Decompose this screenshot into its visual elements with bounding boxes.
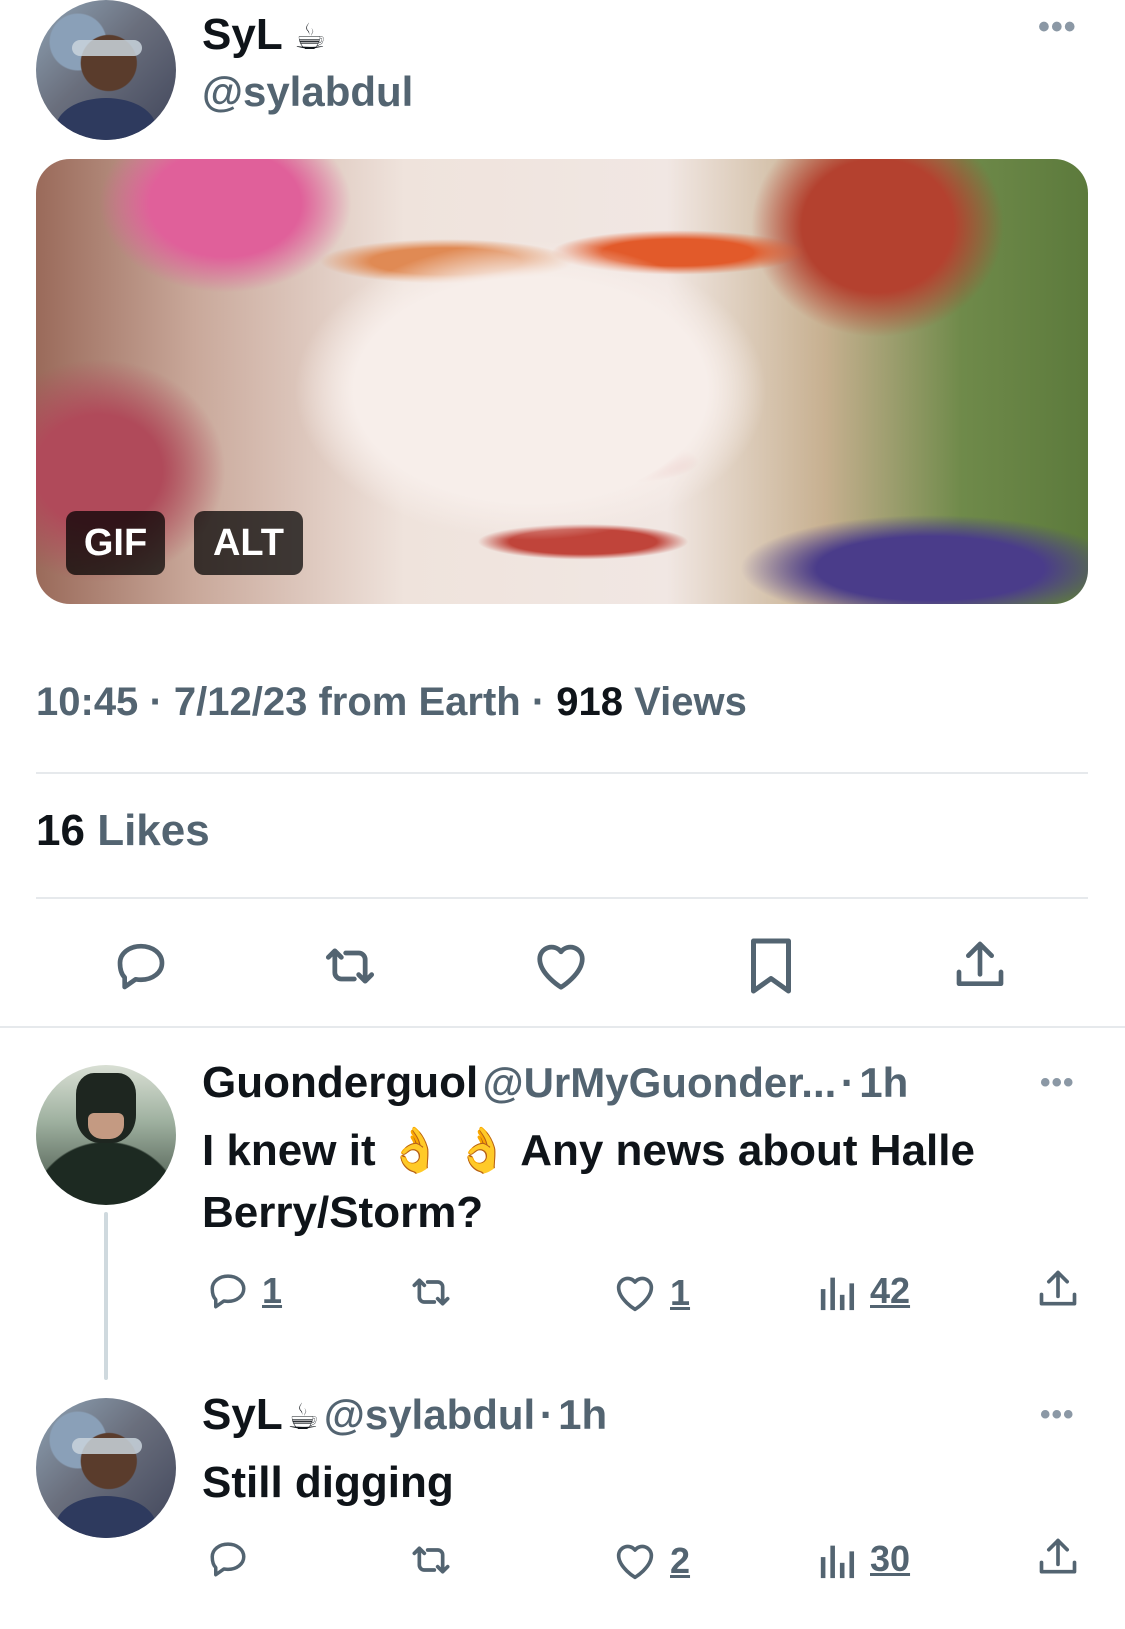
reply-icon bbox=[117, 943, 165, 990]
avatar-sunglasses bbox=[72, 40, 142, 56]
divider-bottom bbox=[0, 1026, 1125, 1028]
reply-more-options-icon[interactable]: ••• bbox=[1040, 1398, 1075, 1432]
likes-count: 16 bbox=[36, 806, 85, 855]
views-icon bbox=[820, 1277, 855, 1311]
author-name-row[interactable]: SyL ☕ bbox=[202, 10, 326, 60]
meta-separator: · bbox=[531, 680, 557, 724]
reply-separator: · bbox=[539, 1391, 554, 1438]
likes-label: Likes bbox=[97, 806, 210, 855]
reply-retweet-button[interactable] bbox=[405, 1272, 457, 1312]
reply-header: SyL ☕ @sylabdul · 1h bbox=[202, 1390, 607, 1440]
tweet-source: from Earth bbox=[318, 680, 521, 724]
reply-avatar-syl[interactable] bbox=[36, 1398, 176, 1538]
like-icon bbox=[616, 1544, 654, 1580]
avatar-shirt bbox=[56, 98, 156, 140]
reply-author-handle[interactable]: @sylabdul bbox=[324, 1391, 535, 1438]
reply-like-button[interactable]: 2 bbox=[612, 1540, 690, 1582]
like-icon bbox=[537, 944, 585, 990]
retweet-icon bbox=[325, 948, 375, 984]
tweet-meta: 10:45 · 7/12/23 from Earth · 918 Views bbox=[36, 680, 747, 725]
like-count: 2 bbox=[670, 1540, 691, 1581]
reply-separator: · bbox=[840, 1059, 855, 1106]
reply-comment-button[interactable] bbox=[206, 1538, 250, 1580]
reply-time[interactable]: 1h bbox=[859, 1059, 908, 1106]
like-count: 1 bbox=[670, 1272, 691, 1313]
views-count: 42 bbox=[870, 1270, 911, 1311]
reply-icon bbox=[210, 1542, 246, 1577]
reply-text-line: Berry/Storm? bbox=[202, 1188, 484, 1237]
reply-button[interactable] bbox=[112, 938, 170, 994]
divider-mid bbox=[36, 897, 1088, 899]
share-icon bbox=[1039, 1538, 1077, 1574]
bookmark-button[interactable] bbox=[748, 936, 794, 996]
retweet-icon bbox=[412, 1278, 450, 1306]
reply-retweet-button[interactable] bbox=[405, 1540, 457, 1580]
meta-separator: · bbox=[149, 680, 174, 724]
reply-share-button[interactable] bbox=[1036, 1534, 1080, 1580]
reply-text-line: I knew it 👌 👌 Any news about Halle bbox=[202, 1126, 975, 1175]
gif-badge: GIF bbox=[66, 511, 165, 575]
tweet-time[interactable]: 10:45 bbox=[36, 680, 138, 724]
author-avatar[interactable] bbox=[36, 0, 176, 140]
reply-author-name[interactable]: SyL bbox=[202, 1390, 283, 1439]
avatar-sunglasses bbox=[72, 1438, 142, 1454]
reply-time[interactable]: 1h bbox=[558, 1391, 607, 1438]
reply-more-options-icon[interactable]: ••• bbox=[1040, 1066, 1075, 1100]
reply-text: Still digging bbox=[202, 1452, 454, 1514]
thread-connector bbox=[104, 1212, 108, 1380]
reply-icon bbox=[210, 1274, 246, 1309]
more-options-icon[interactable]: ••• bbox=[1038, 8, 1077, 47]
reply-views-button[interactable]: 42 bbox=[818, 1270, 910, 1312]
views-count: 918 bbox=[556, 680, 624, 724]
reply-views-button[interactable]: 30 bbox=[818, 1538, 910, 1580]
likes-summary[interactable]: 16 Likes bbox=[36, 806, 210, 856]
author-name[interactable]: SyL bbox=[202, 10, 282, 59]
reply-avatar-guonderguol[interactable] bbox=[36, 1065, 176, 1205]
reply-like-button[interactable]: 1 bbox=[612, 1272, 690, 1314]
avatar-shirt bbox=[56, 1496, 156, 1538]
alt-badge[interactable]: ALT bbox=[194, 511, 303, 575]
reply-comment-button[interactable]: 1 bbox=[206, 1270, 282, 1312]
coffee-emoji: ☕ bbox=[287, 1396, 320, 1437]
bookmark-icon bbox=[751, 938, 791, 994]
reply-author-name[interactable]: Guonderguol bbox=[202, 1058, 478, 1107]
share-button[interactable] bbox=[952, 936, 1008, 994]
views-count: 30 bbox=[870, 1538, 911, 1579]
share-icon bbox=[956, 941, 1004, 986]
views-label: Views bbox=[634, 680, 747, 724]
reply-author-handle[interactable]: @UrMyGuonder... bbox=[483, 1059, 837, 1106]
like-button[interactable] bbox=[532, 940, 590, 992]
author-handle[interactable]: @sylabdul bbox=[202, 68, 413, 116]
tweet-date[interactable]: 7/12/23 bbox=[174, 680, 307, 724]
reply-text-line: Still digging bbox=[202, 1458, 454, 1507]
retweet-button[interactable] bbox=[318, 940, 382, 992]
reply-count: 1 bbox=[262, 1270, 283, 1311]
coffee-emoji: ☕ bbox=[294, 16, 327, 57]
avatar-face bbox=[88, 1113, 124, 1139]
like-icon bbox=[616, 1276, 654, 1312]
reply-share-button[interactable] bbox=[1036, 1266, 1080, 1312]
retweet-icon bbox=[412, 1546, 450, 1574]
reply-header: Guonderguol @UrMyGuonder... · 1h bbox=[202, 1058, 908, 1108]
divider-top bbox=[36, 772, 1088, 774]
views-icon bbox=[820, 1545, 855, 1579]
share-icon bbox=[1039, 1270, 1077, 1306]
reply-text: I knew it 👌 👌 Any news about Halle Berry… bbox=[202, 1120, 975, 1244]
